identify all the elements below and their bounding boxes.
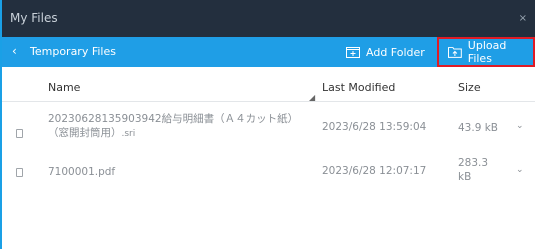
chevron-down-icon[interactable]: ⌄: [516, 121, 524, 131]
file-icon: [16, 129, 23, 138]
file-size: 283.3 kB: [458, 156, 498, 184]
last-modified: 2023/6/28 13:59:04: [322, 121, 427, 133]
close-icon[interactable]: ×: [519, 13, 527, 24]
column-header-name[interactable]: Name: [48, 81, 80, 94]
title-bar: My Files ×: [2, 0, 535, 37]
my-files-dialog: My Files × ‹ Temporary Files Add Folder …: [0, 0, 535, 249]
table-header: Name Last Modified Size ◢: [2, 67, 535, 102]
file-name: 20230628135903942給与明細書（Ａ４カット紙） （窓開封筒用）.s…: [48, 112, 298, 141]
column-header-last-modified[interactable]: Last Modified: [322, 81, 395, 94]
last-modified: 2023/6/28 12:07:17: [322, 165, 427, 177]
upload-files-label: Upload Files: [467, 39, 507, 65]
column-resize-handle[interactable]: ◢: [309, 93, 315, 102]
file-name-part: （窓開封筒用）: [48, 127, 122, 139]
add-folder-label: Add Folder: [366, 45, 425, 59]
table-row[interactable]: 20230628135903942給与明細書（Ａ４カット紙） （窓開封筒用）.s…: [2, 109, 535, 149]
chevron-down-icon[interactable]: ⌄: [516, 165, 524, 175]
back-arrow-icon[interactable]: ‹: [12, 44, 17, 58]
upload-files-button[interactable]: Upload Files: [437, 37, 535, 67]
file-name-line2: （窓開封筒用）.sri: [48, 126, 298, 141]
folder-plus-icon: [346, 47, 360, 58]
file-icon: [16, 168, 23, 177]
file-name-line1: 7100001.pdf: [48, 166, 116, 178]
file-extension: .sri: [121, 129, 136, 139]
folder-upload-icon: [448, 47, 462, 58]
breadcrumb: Temporary Files: [30, 45, 116, 58]
column-header-size[interactable]: Size: [458, 81, 481, 94]
file-size-line2: kB: [458, 171, 472, 183]
add-folder-button[interactable]: Add Folder: [346, 37, 436, 67]
table-row[interactable]: 7100001.pdf 2023/6/28 12:07:17 283.3 kB …: [2, 151, 535, 191]
file-size: 43.9 kB: [458, 122, 499, 134]
file-size-line1: 283.3: [458, 157, 489, 169]
file-name-line1: 20230628135903942給与明細書（Ａ４カット紙）: [48, 113, 299, 125]
navigation-bar: ‹ Temporary Files Add Folder Upload File…: [2, 37, 535, 67]
file-name: 7100001.pdf: [48, 165, 115, 179]
window-title: My Files: [10, 11, 58, 25]
